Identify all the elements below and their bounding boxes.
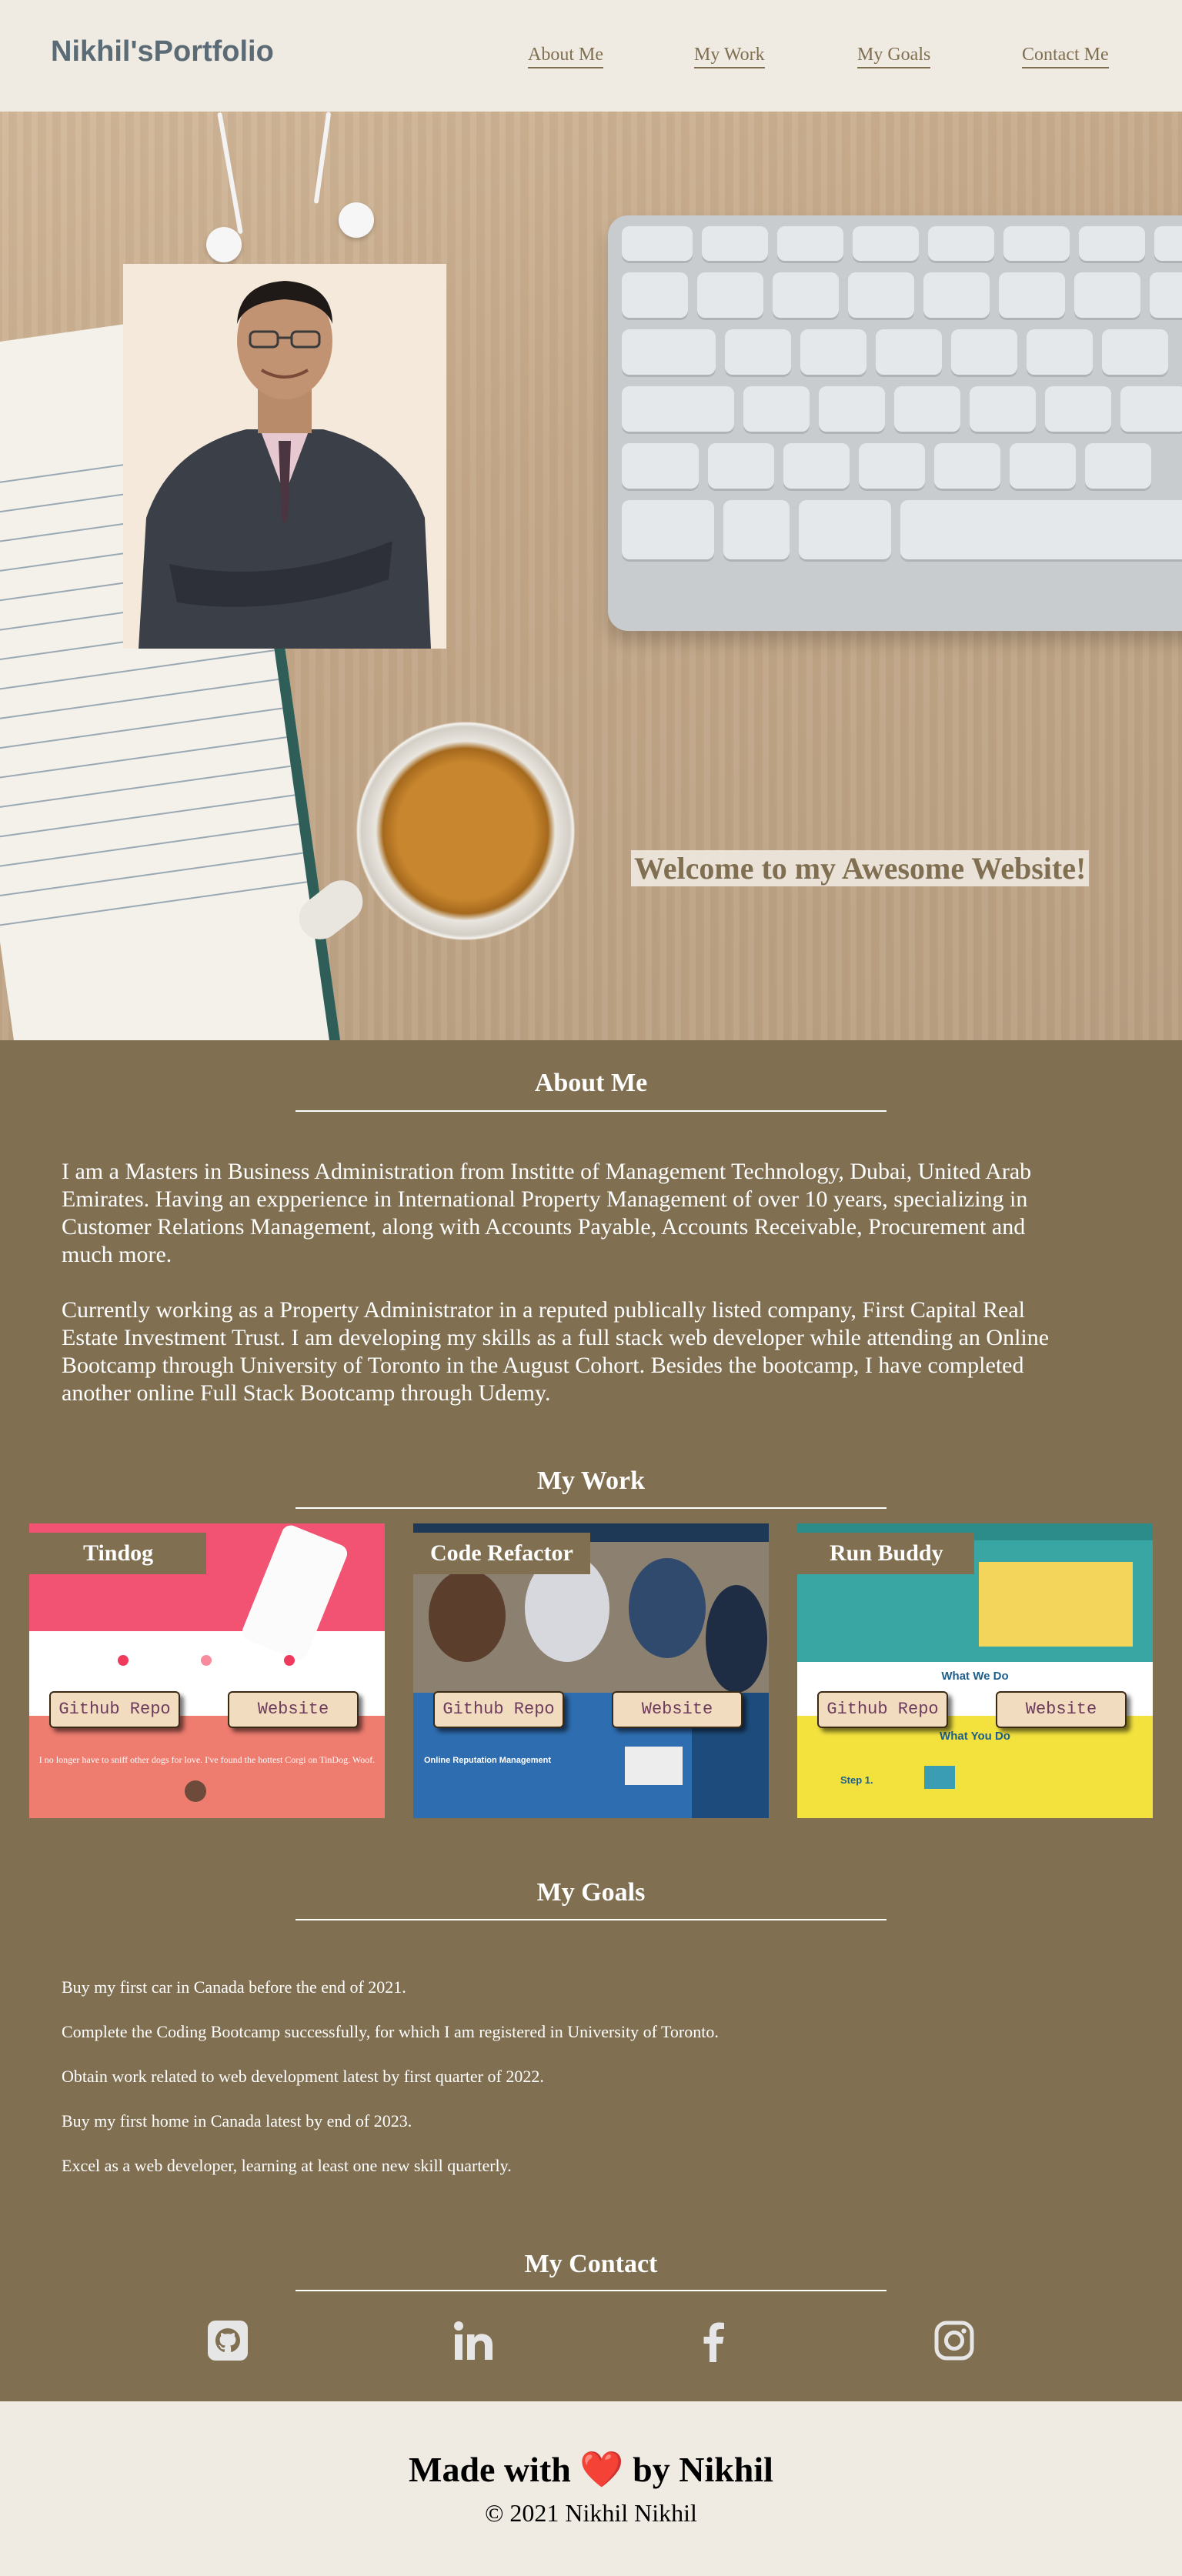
about-divider	[296, 1110, 886, 1112]
site-footer: Made with ❤️ by Nikhil © 2021 Nikhil Nik…	[0, 2401, 1182, 2576]
goal-item: Buy my first home in Canada latest by en…	[62, 2111, 412, 2131]
goals-title: My Goals	[536, 1878, 646, 1907]
footer-made-with: Made with ❤️ by Nikhil	[409, 2450, 773, 2489]
hero-banner: Welcome to my Awesome Website!	[0, 112, 1182, 1040]
project-title-run-buddy: Run Buddy	[797, 1533, 974, 1574]
code-refactor-preview-text: Online Reputation Management	[424, 1756, 552, 1765]
code-refactor-website-button[interactable]: Website	[612, 1691, 743, 1728]
contact-divider	[296, 2290, 886, 2291]
earbud-image	[339, 202, 374, 238]
project-title-code-refactor: Code Refactor	[413, 1533, 590, 1574]
facebook-icon[interactable]	[693, 2319, 736, 2362]
instagram-icon[interactable]	[933, 2319, 976, 2362]
project-card-code-refactor[interactable]: Online Reputation Management Code Refact…	[413, 1523, 769, 1818]
nav-my-goals[interactable]: My Goals	[857, 45, 931, 68]
tindog-preview-text: I no longer have to sniff other dogs for…	[38, 1754, 376, 1765]
run-buddy-website-button[interactable]: Website	[996, 1691, 1127, 1728]
project-card-run-buddy[interactable]: What We Do What You Do Step 1. Run Buddy…	[797, 1523, 1153, 1818]
project-title-tindog: Tindog	[29, 1533, 206, 1574]
work-title: My Work	[536, 1467, 646, 1495]
goal-item: Complete the Coding Bootcamp successfull…	[62, 2022, 719, 2041]
profile-photo	[123, 264, 446, 649]
nav-my-work[interactable]: My Work	[694, 45, 765, 68]
linkedin-icon[interactable]	[452, 2319, 496, 2362]
code-refactor-github-button[interactable]: Github Repo	[433, 1691, 564, 1728]
goal-item: Excel as a web developer, learning at le…	[62, 2156, 512, 2175]
run-buddy-preview-heading: What We Do	[941, 1670, 1009, 1683]
tindog-github-button[interactable]: Github Repo	[49, 1691, 180, 1728]
project-card-tindog[interactable]: I no longer have to sniff other dogs for…	[29, 1523, 385, 1818]
keyboard-image	[608, 215, 1182, 631]
about-paragraph: Currently working as a Property Administ…	[62, 1297, 1050, 1406]
about-paragraph: I am a Masters in Business Administratio…	[62, 1159, 1032, 1267]
goals-divider	[296, 1919, 886, 1920]
tindog-website-button[interactable]: Website	[228, 1691, 359, 1728]
site-logo[interactable]: Nikhil'sPortfolio	[51, 35, 274, 68]
goal-item: Obtain work related to web development l…	[62, 2067, 544, 2086]
nav-contact-me[interactable]: Contact Me	[1022, 45, 1109, 68]
work-divider	[296, 1507, 886, 1509]
coffee-cup-image	[339, 704, 593, 958]
run-buddy-github-button[interactable]: Github Repo	[817, 1691, 948, 1728]
github-icon[interactable]	[206, 2319, 249, 2362]
about-title: About Me	[534, 1069, 648, 1097]
goal-item: Buy my first car in Canada before the en…	[62, 1977, 406, 1997]
earbud-image	[206, 227, 242, 262]
footer-copyright: © 2021 Nikhil Nikhil	[485, 2499, 697, 2527]
welcome-heading: Welcome to my Awesome Website!	[631, 850, 1090, 886]
nav-about-me[interactable]: About Me	[528, 45, 603, 68]
site-header: Nikhil'sPortfolio About Me My Work My Go…	[0, 0, 1182, 112]
contact-title: My Contact	[524, 2250, 658, 2278]
run-buddy-preview-step: Step 1.	[840, 1774, 873, 1786]
run-buddy-preview-subheading: What You Do	[940, 1730, 1010, 1743]
